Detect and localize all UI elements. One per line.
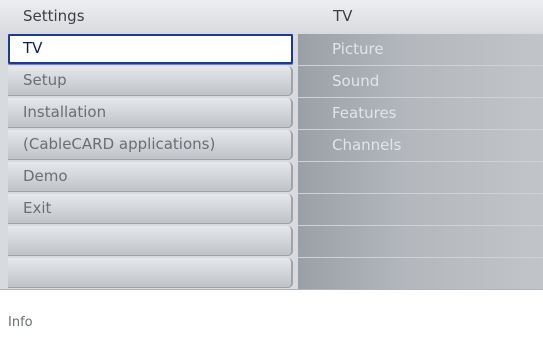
main-menu-list: TV Setup Installation (CableCARD applica… [8,34,293,288]
menu-item-installation[interactable]: Installation [8,98,293,128]
menu-item-label: Installation [23,103,107,121]
submenu-item-label: Picture [332,40,384,58]
menu-item-label: TV [23,39,43,57]
menu-item-empty [8,226,293,256]
menu-header: Settings TV [0,0,543,32]
submenu-item-label: Features [332,104,397,122]
menu-item-label: (CableCARD applications) [23,135,216,153]
submenu-title: TV [333,7,353,25]
submenu-item-sound[interactable]: Sound [298,66,543,98]
submenu-item-label: Sound [332,72,380,90]
submenu-item-empty [298,258,543,290]
submenu-item-picture[interactable]: Picture [298,34,543,66]
menu-item-label: Setup [23,71,67,89]
menu-item-setup[interactable]: Setup [8,66,293,96]
submenu-item-empty [298,162,543,194]
submenu-item-empty [298,226,543,258]
submenu-item-features[interactable]: Features [298,98,543,130]
menu-item-exit[interactable]: Exit [8,194,293,224]
menu-item-label: Demo [23,167,68,185]
menu-title: Settings [23,7,85,25]
submenu-item-label: Channels [332,136,402,154]
menu-item-label: Exit [23,199,52,217]
menu-item-demo[interactable]: Demo [8,162,293,192]
submenu-list: Picture Sound Features Channels [298,34,543,290]
menu-item-tv[interactable]: TV [8,34,293,64]
submenu-item-empty [298,194,543,226]
info-panel: Info [0,290,543,342]
submenu-item-channels[interactable]: Channels [298,130,543,162]
menu-item-empty [8,258,293,288]
menu-item-cablecard-applications[interactable]: (CableCARD applications) [8,130,293,160]
info-label: Info [8,315,33,330]
settings-menu-panel: Settings TV TV Setup Installation (Cable… [0,0,543,290]
